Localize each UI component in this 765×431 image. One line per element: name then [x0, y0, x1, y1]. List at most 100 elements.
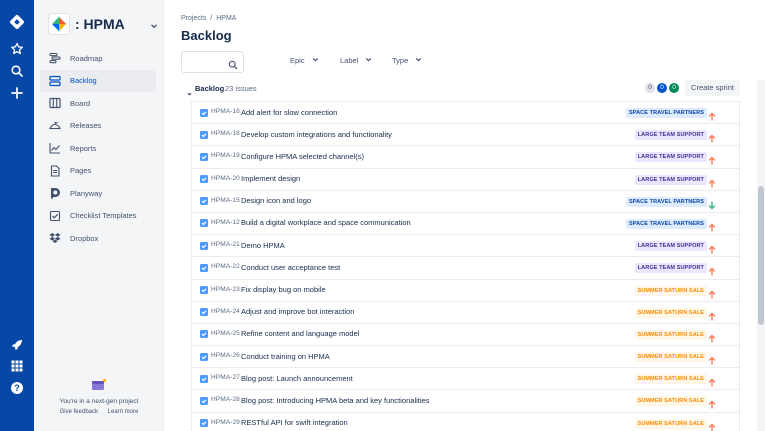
epic-badge[interactable]: LARGE TEAM SUPPORT: [634, 263, 707, 274]
epic-badge[interactable]: SUMMER SATURN SALE: [634, 285, 707, 296]
epic-badge[interactable]: SUMMER SATURN SALE: [634, 418, 707, 429]
issue-key[interactable]: HPMA-28: [211, 396, 240, 403]
sidebar-item-label: Pages: [70, 166, 92, 175]
sidebar-item-reports[interactable]: Reports: [40, 137, 156, 159]
issue-row[interactable]: HPMA-26 Conduct training on HPMA SUMMER SA…: [191, 346, 740, 369]
backlog-title: Backlog: [195, 84, 225, 93]
sidebar-item-releases[interactable]: Releases: [40, 115, 156, 137]
issue-key[interactable]: HPMA-12: [211, 219, 240, 226]
issue-key[interactable]: HPMA-19: [211, 152, 240, 159]
issue-key[interactable]: HPMA-18: [211, 130, 240, 137]
sidebar-item-board[interactable]: Board: [40, 92, 156, 114]
issue-row[interactable]: HPMA-21 Demo HPMA LARGE TEAM SUPPORT: [191, 235, 740, 258]
epic-badge[interactable]: SUMMER SATURN SALE: [634, 396, 707, 407]
svg-text:?: ?: [14, 383, 20, 393]
project-avatar-icon: [48, 13, 70, 35]
sidebar-item-checklist-templates[interactable]: Checklist Templates: [40, 205, 156, 227]
issue-row[interactable]: HPMA-22 Conduct user acceptance test LARGE…: [191, 257, 740, 280]
task-checkbox-icon: [200, 374, 208, 383]
issue-key[interactable]: HPMA-16: [211, 108, 240, 115]
search-icon[interactable]: [7, 61, 27, 81]
issue-key[interactable]: HPMA-22: [211, 263, 240, 270]
search-icon: [228, 57, 238, 75]
issue-key[interactable]: HPMA-27: [211, 374, 240, 381]
epic-badge[interactable]: LARGE TEAM SUPPORT: [634, 130, 707, 141]
sidebar-item-dropbox[interactable]: Dropbox: [40, 227, 156, 249]
sidebar-item-backlog[interactable]: Backlog: [40, 69, 156, 92]
issue-summary: Blog post: Launch announcement: [241, 373, 353, 383]
epic-badge[interactable]: LARGE TEAM SUPPORT: [634, 174, 707, 185]
issue-row[interactable]: HPMA-28 Blog post: Introducing HPMA beta …: [191, 390, 740, 413]
jira-logo-icon[interactable]: [7, 12, 27, 32]
give-feedback-link[interactable]: Give feedback: [60, 409, 98, 415]
issue-row[interactable]: HPMA-18 Develop custom integrations and f…: [191, 124, 740, 147]
epic-badge[interactable]: SUMMER SATURN SALE: [634, 329, 707, 340]
issue-summary: Develop custom integrations and function…: [241, 129, 392, 139]
breadcrumb: Projects / HPMA: [181, 15, 236, 22]
rocket-icon[interactable]: [7, 335, 27, 355]
scrollbar[interactable]: [757, 80, 765, 431]
task-checkbox-icon: [200, 197, 208, 206]
issue-row[interactable]: HPMA-20 Implement design LARGE TEAM SUPPOR…: [191, 168, 740, 191]
learn-more-link[interactable]: Learn more: [108, 409, 139, 415]
task-checkbox-icon: [200, 286, 208, 294]
issue-list: HPMA-16 Add alert for slow connection SPAC…: [191, 101, 740, 431]
breadcrumb-project[interactable]: HPMA: [216, 15, 236, 22]
project-sidebar: : HPMA Roadmap Backlog Board Releases Re…: [34, 0, 164, 431]
issue-key[interactable]: HPMA-20: [211, 175, 240, 182]
issue-row[interactable]: HPMA-24 Adjust and improve bot interactio…: [191, 301, 740, 324]
scrollbar-thumb[interactable]: [758, 186, 764, 325]
epic-badge[interactable]: SUMMER SATURN SALE: [634, 352, 707, 363]
issue-row[interactable]: HPMA-29 RESTful API for swift integration…: [191, 412, 740, 431]
epic-badge[interactable]: SPACE TRAVEL PARTNERS: [625, 108, 707, 118]
task-checkbox-icon: [200, 108, 208, 117]
sidebar-item-pages[interactable]: Pages: [40, 160, 156, 182]
task-checkbox-icon: [200, 241, 208, 250]
epic-filter[interactable]: Epic: [290, 56, 319, 65]
issue-summary: Implement design: [241, 174, 301, 184]
sidebar-nav: Roadmap Backlog Board Releases Reports P…: [40, 47, 156, 250]
sidebar-item-roadmap[interactable]: Roadmap: [40, 47, 156, 69]
chevron-down-icon: [415, 56, 422, 65]
sidebar-item-label: Checklist Templates: [70, 211, 137, 220]
issue-key[interactable]: HPMA-25: [211, 330, 240, 337]
issue-key[interactable]: HPMA-21: [211, 241, 240, 248]
help-icon[interactable]: ?: [7, 378, 27, 398]
epic-badge[interactable]: SUMMER SATURN SALE: [634, 374, 707, 385]
task-checkbox-icon: [200, 308, 208, 317]
issue-key[interactable]: HPMA-15: [211, 197, 240, 204]
sidebar-item-planyway[interactable]: Planyway: [40, 182, 156, 204]
issue-row[interactable]: HPMA-25 Refine content and language model…: [191, 323, 740, 347]
create-icon[interactable]: [7, 83, 27, 103]
issue-key[interactable]: HPMA-24: [211, 308, 240, 315]
issue-row[interactable]: HPMA-27 Blog post: Launch announcement SUM…: [191, 368, 740, 391]
epic-badge[interactable]: SPACE TRAVEL PARTNERS: [625, 218, 707, 229]
issue-row[interactable]: HPMA-12 Build a digital workplace and spa…: [191, 212, 740, 236]
sidebar-item-label: Backlog: [70, 76, 97, 85]
issue-key[interactable]: HPMA-29: [211, 419, 240, 426]
project-header[interactable]: : HPMA: [48, 12, 158, 36]
epic-badge[interactable]: LARGE TEAM SUPPORT: [634, 241, 707, 252]
label-filter-label: Label: [340, 56, 359, 65]
issue-key[interactable]: HPMA-26: [211, 352, 240, 359]
type-filter[interactable]: Type: [392, 56, 422, 65]
create-sprint-button[interactable]: Create sprint: [685, 80, 740, 96]
issue-summary: RESTful API for swift integration: [241, 418, 348, 428]
epic-badge[interactable]: LARGE TEAM SUPPORT: [634, 152, 707, 163]
epic-badge[interactable]: SUMMER SATURN SALE: [634, 307, 707, 318]
issue-row[interactable]: HPMA-15 Design icon and logo SPACE TRAVEL …: [191, 190, 740, 213]
issue-row[interactable]: HPMA-16 Add alert for slow connection SPAC…: [191, 102, 740, 125]
star-icon[interactable]: [7, 39, 27, 59]
sidebar-item-label: Roadmap: [70, 53, 103, 63]
issue-summary: Fix display bug on mobile: [241, 285, 326, 294]
issue-count: 23 issues: [225, 84, 257, 93]
issue-row[interactable]: HPMA-23 Fix display bug on mobile SUMMER S…: [191, 279, 740, 302]
label-filter[interactable]: Label: [340, 56, 372, 65]
breadcrumb-projects[interactable]: Projects: [181, 15, 206, 22]
issue-key[interactable]: HPMA-23: [211, 286, 240, 293]
issue-row[interactable]: HPMA-19 Configure HPMA selected channel(s…: [191, 146, 740, 169]
search-input[interactable]: [181, 51, 244, 73]
epic-badge[interactable]: SPACE TRAVEL PARTNERS: [625, 196, 707, 207]
status-count-in-progress: 0: [657, 83, 667, 93]
app-switcher-icon[interactable]: [7, 356, 27, 376]
